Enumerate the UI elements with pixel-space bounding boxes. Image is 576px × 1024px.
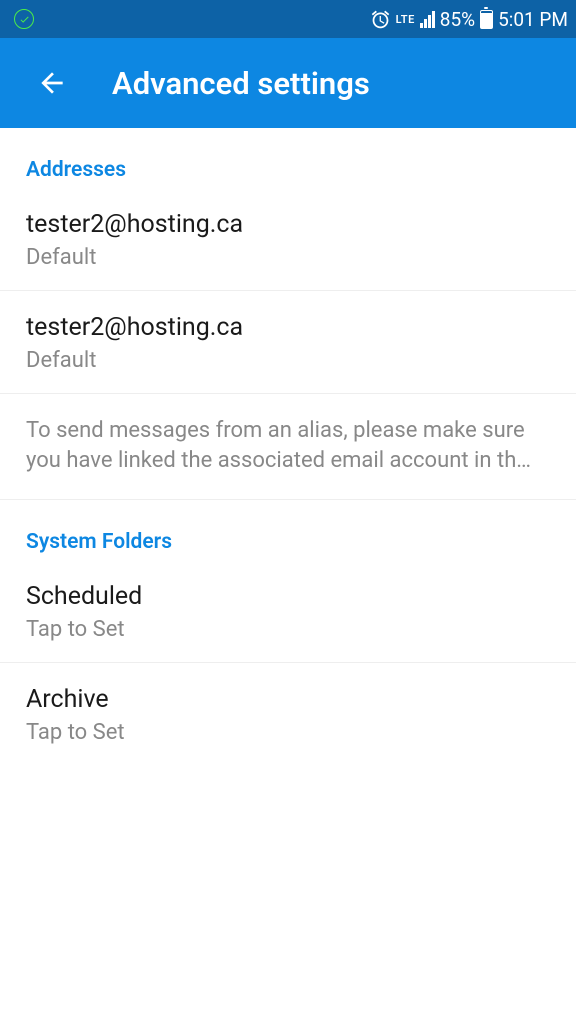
page-title: Advanced settings — [112, 65, 370, 102]
folder-subtitle: Tap to Set — [26, 720, 550, 745]
address-subtitle: Default — [26, 245, 550, 270]
network-type: LTE — [396, 14, 415, 25]
signal-icon — [420, 10, 435, 28]
address-subtitle: Default — [26, 348, 550, 373]
folder-title: Archive — [26, 685, 550, 714]
address-item[interactable]: tester2@hosting.ca Default — [0, 291, 576, 394]
arrow-back-icon — [36, 67, 68, 99]
folder-item-scheduled[interactable]: Scheduled Tap to Set — [0, 560, 576, 663]
address-item[interactable]: tester2@hosting.ca Default — [0, 188, 576, 291]
app-bar: Advanced settings — [0, 38, 576, 128]
address-email: tester2@hosting.ca — [26, 313, 550, 342]
battery-icon — [480, 10, 493, 29]
folder-title: Scheduled — [26, 582, 550, 611]
folder-subtitle: Tap to Set — [26, 617, 550, 642]
section-header-addresses: Addresses — [0, 128, 576, 188]
alarm-icon — [370, 9, 391, 30]
back-button[interactable] — [24, 55, 80, 111]
section-header-system-folders: System Folders — [0, 500, 576, 560]
addresses-helper-text: To send messages from an alias, please m… — [0, 394, 576, 500]
status-left — [8, 9, 34, 29]
clock-time: 5:01 PM — [498, 8, 568, 31]
folder-item-archive[interactable]: Archive Tap to Set — [0, 663, 576, 765]
status-right: LTE 85% 5:01 PM — [370, 8, 568, 31]
content: Addresses tester2@hosting.ca Default tes… — [0, 128, 576, 765]
address-email: tester2@hosting.ca — [26, 210, 550, 239]
battery-percent: 85% — [440, 8, 475, 31]
status-bar: LTE 85% 5:01 PM — [0, 0, 576, 38]
check-circle-icon — [14, 9, 34, 29]
